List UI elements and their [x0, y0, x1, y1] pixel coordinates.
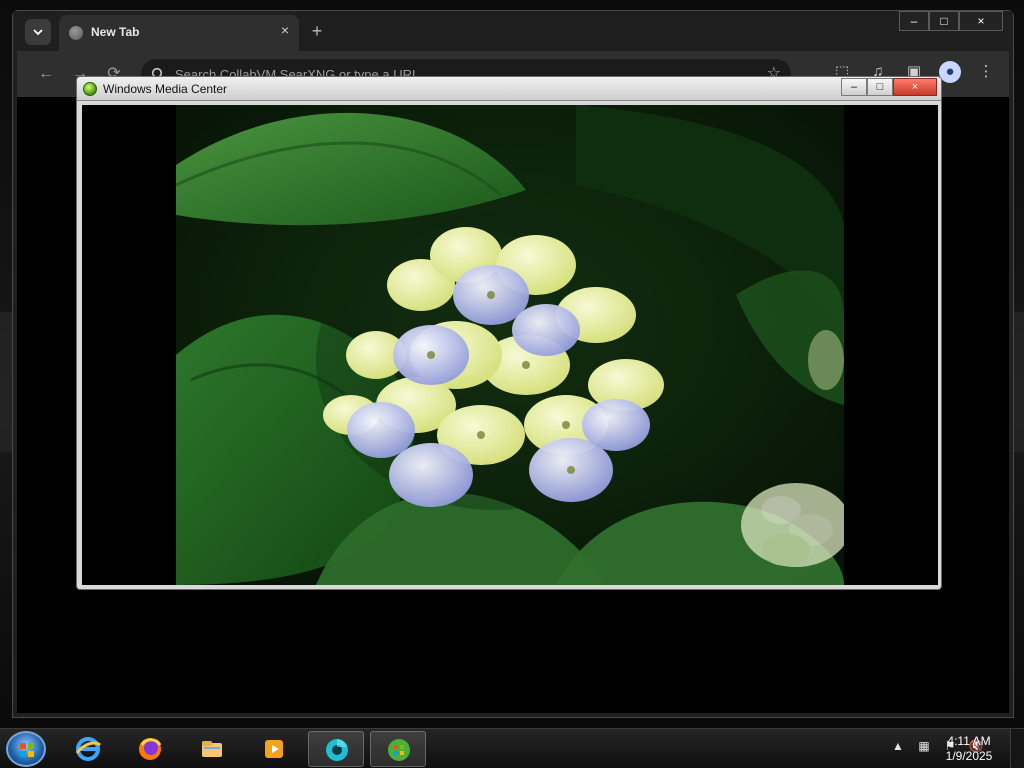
globe-icon: [69, 26, 83, 40]
close-button[interactable]: ×: [959, 11, 1003, 31]
show-hidden-icons[interactable]: ▲: [890, 739, 906, 753]
wmc-titlebar[interactable]: Windows Media Center – □ ×: [77, 77, 941, 101]
taskbar-firefox[interactable]: [122, 731, 178, 767]
taskbar-chrome[interactable]: [308, 731, 364, 767]
hydrangea-photo: [176, 105, 844, 585]
windows-media-center-logo-icon: [83, 82, 97, 96]
back-icon[interactable]: ←: [35, 63, 57, 85]
wmc-close-button[interactable]: ×: [893, 78, 937, 96]
hydrangea-image: [176, 105, 844, 585]
show-desktop-button[interactable]: [1010, 729, 1024, 768]
profile-icon[interactable]: ●: [939, 61, 961, 83]
file-explorer-icon: [202, 741, 222, 757]
chrome-taskbar-icon: [326, 739, 348, 761]
windows-media-center-window: Windows Media Center – □ ×: [76, 76, 942, 590]
media-player-icon: [265, 740, 283, 758]
taskbar-clock[interactable]: 4:11 AM 1/9/2025: [942, 734, 996, 764]
tab-strip: New Tab × + – □ ×: [13, 11, 1013, 51]
wmc-title: Windows Media Center: [103, 82, 228, 96]
firefox-icon: [139, 738, 162, 760]
tab-new-tab[interactable]: New Tab ×: [59, 15, 299, 51]
wmc-window-controls: – □ ×: [841, 78, 937, 96]
clock-time: 4:11 AM: [947, 734, 991, 748]
taskbar-media-player[interactable]: [246, 731, 302, 767]
new-tab-button[interactable]: +: [305, 19, 329, 43]
tab-search-button[interactable]: [25, 19, 51, 45]
start-button[interactable]: [6, 731, 46, 767]
tab-title: New Tab: [91, 25, 140, 39]
browser-window-controls: – □ ×: [899, 11, 1003, 31]
chevron-down-icon: [33, 29, 43, 36]
wmc-content: [82, 105, 938, 585]
taskbar: ▲ ▦ ⚑ 🔇 4:11 AM 1/9/2025: [0, 728, 1024, 768]
minimize-button[interactable]: –: [899, 11, 929, 31]
network-icon[interactable]: ▦: [916, 739, 932, 753]
maximize-button[interactable]: □: [929, 11, 959, 31]
menu-icon[interactable]: ⋮: [975, 61, 997, 83]
windows-media-center-taskbar-icon: [388, 739, 410, 761]
windows-logo-icon: [20, 743, 34, 757]
taskbar-internet-explorer[interactable]: [60, 731, 116, 767]
wmc-minimize-button[interactable]: –: [841, 78, 867, 96]
taskbar-file-explorer[interactable]: [184, 731, 240, 767]
clock-date: 1/9/2025: [945, 749, 993, 763]
taskbar-windows-media-center[interactable]: [370, 731, 426, 767]
internet-explorer-icon: [75, 737, 102, 761]
wmc-maximize-button[interactable]: □: [867, 78, 893, 96]
close-tab-icon[interactable]: ×: [281, 22, 289, 38]
